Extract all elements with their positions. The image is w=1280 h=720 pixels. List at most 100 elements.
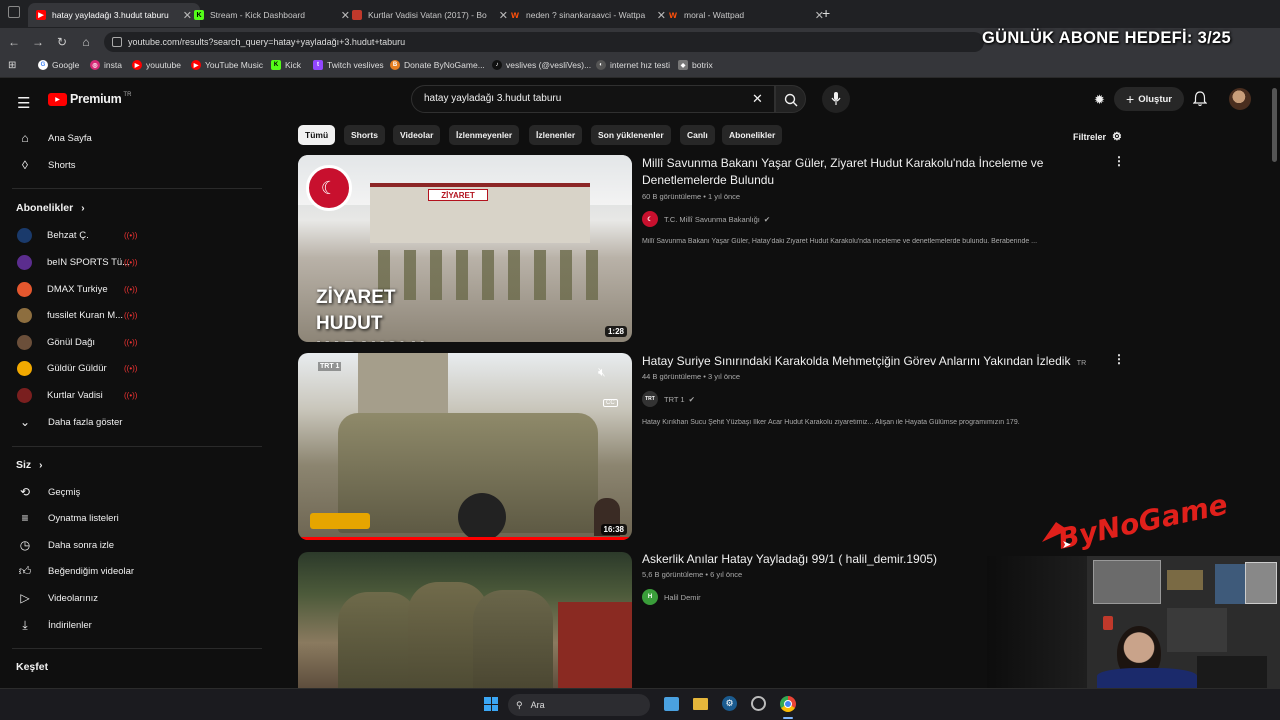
scrollbar-thumb[interactable] [1272,88,1277,162]
bookmark-item[interactable]: K Kick [271,60,301,70]
sidebar-item-history[interactable]: ⟲ Geçmiş [0,479,270,505]
chip-live[interactable]: Canlı [680,125,715,145]
bookmark-item[interactable]: ▶ youutube [132,60,181,70]
live-indicator-icon: ((•)) [124,230,138,240]
bookmark-item[interactable]: t Twitch veslives [313,60,384,70]
chip-recently-uploaded[interactable]: Son yüklenenler [591,125,671,145]
chip-all[interactable]: Tümü [298,125,336,145]
file-explorer-icon[interactable] [693,698,708,710]
shelf-item [1167,570,1203,590]
youtube-premium-logo[interactable]: ▶ Premium TR [48,92,131,106]
sidebar-item-label: Kurtlar Vadisi [47,389,103,401]
avatar[interactable] [1229,88,1251,110]
notifications-bell-icon[interactable] [1193,91,1207,107]
gemini-sparkle-icon[interactable]: ✹ [1094,92,1105,108]
forward-arrow-icon[interactable]: → [30,34,46,50]
sidebar-item-watch-later[interactable]: ◷ Daha sonra izle [0,532,270,558]
bookmark-item[interactable]: ▶ YouTube Music [191,60,263,70]
bookmark-label: botrix [692,60,713,70]
obs-icon[interactable] [751,696,766,711]
create-button[interactable]: + Oluştur [1114,87,1184,111]
more-actions-icon[interactable]: ⋮ [1113,154,1125,168]
bookmark-item[interactable]: ◐ internet hız testi [596,60,670,70]
new-tab-button[interactable]: + [822,5,830,21]
browser-tab[interactable]: K Stream - Kick Dashboard ✕ [186,3,358,27]
youtube-music-icon: ▶ [191,60,201,70]
browser-tab[interactable]: Kurtlar Vadisi Vatan (2017) - Bo ✕ [344,3,516,27]
chip-subscriptions[interactable]: Abonelikler [722,125,783,145]
address-bar[interactable]: youtube.com/results?search_query=hatay+y… [104,32,984,52]
tab-search-icon[interactable] [8,6,20,18]
sidebar-item-subscription[interactable]: Behzat Ç. ((•)) [0,222,270,248]
home-icon[interactable]: ⌂ [78,34,94,50]
search-button[interactable] [775,85,806,113]
hamburger-menu-icon[interactable]: ☰ [17,94,30,112]
steam-icon[interactable]: ⚙ [722,696,737,711]
browser-tab[interactable]: w neden ? sinankaraavci - Wattpa ✕ [502,3,674,27]
apps-grid-icon[interactable]: ⊞ [8,60,16,71]
chip-watched[interactable]: İzlenenler [529,125,583,145]
sidebar-item-label: Daha sonra izle [48,539,115,551]
mute-icon[interactable]: 🔇︎ [598,365,606,380]
channel-link[interactable]: H Halil Demir [642,589,701,605]
bookmark-item[interactable]: ◆ botrix [678,60,713,70]
search-box[interactable]: hatay yayladağı 3.hudut taburu ✕ [411,85,775,113]
tab-title: neden ? sinankaraavci - Wattpa [526,10,646,20]
captions-icon[interactable]: CC [603,399,618,407]
sidebar-item-label: Güldür Güldür [47,362,107,374]
wall-poster [1167,608,1227,652]
channel-link[interactable]: ☾ T.C. Millî Savunma Bakanlığı ✔ [642,211,770,227]
show-more-button[interactable]: ⌄ Daha fazla göster [0,409,270,435]
browser-tab-bar: ▶ hatay yayladağı 3.hudut taburu ✕ K Str… [0,0,1280,28]
video-title[interactable]: Millî Savunma Bakanı Yaşar Güler, Ziyare… [642,155,1062,189]
reload-icon[interactable]: ↻ [54,34,70,50]
sidebar-item-subscription[interactable]: Kurtlar Vadisi ((•)) [0,382,270,408]
bookmark-item[interactable]: ♪ veslives (@vesliVes)... [492,60,591,70]
clear-search-icon[interactable]: ✕ [752,91,763,107]
site-info-icon[interactable] [112,37,122,47]
bookmark-label: youutube [146,60,181,70]
sidebar-item-liked-videos[interactable]: 👍︎ Beğendiğim videolar [0,558,270,584]
video-thumbnail[interactable]: ZİYARET ☾ ZİYARET HUDUT KARAKOLU 1:28 [298,155,632,342]
sidebar-item-subscription[interactable]: DMAX Turkiye ((•)) [0,276,270,302]
voice-search-button[interactable] [822,85,850,113]
more-actions-icon[interactable]: ⋮ [1113,352,1125,366]
sidebar-item-playlists[interactable]: ≡ Oynatma listeleri [0,505,270,531]
sidebar-item-subscription[interactable]: Güldür Güldür ((•)) [0,355,270,381]
sidebar-item-downloads[interactable]: ⤓ İndirilenler [0,612,270,638]
taskbar-search[interactable]: ⚲ Ara [508,694,650,716]
webcam-shadow [987,556,1087,688]
speedtest-icon: ◐ [596,60,606,70]
bookmark-item[interactable]: ◎ insta [90,60,122,70]
chip-shorts[interactable]: Shorts [344,125,385,145]
search-input[interactable]: hatay yayladağı 3.hudut taburu [424,93,561,104]
bookmark-item[interactable]: B Donate ByNoGame... [390,60,485,70]
progress-bar [298,537,632,540]
sidebar-item-your-videos[interactable]: ▷ Videolarınız [0,585,270,611]
chrome-icon[interactable] [780,696,796,712]
sidebar-item-subscription[interactable]: beIN SPORTS Tü... ((•)) [0,249,270,275]
video-thumbnail[interactable] [298,552,632,692]
bookmarks-bar: ⊞ G Google ◎ insta ▶ youutube ▶ YouTube Musi… [0,56,1280,78]
browser-tab[interactable]: ▶ hatay yayladağı 3.hudut taburu ✕ [28,3,200,27]
bookmark-item[interactable]: G Google [38,60,79,70]
browser-tab[interactable]: w moral - Wattpad ✕ [660,3,832,27]
channel-link[interactable]: TRT TRT 1 ✔ [642,391,695,407]
youtube-icon: ▶ [132,60,142,70]
kick-icon: K [271,60,281,70]
you-heading[interactable]: Siz › [16,459,43,471]
photos-app-icon[interactable] [664,697,679,711]
sidebar-item-home[interactable]: ⌂ Ana Sayfa [0,125,270,151]
filters-button[interactable]: Filtreler ⚙ [1073,130,1122,143]
sidebar-item-subscription[interactable]: fussilet Kuran M... ((•)) [0,302,270,328]
windows-start-icon[interactable] [484,697,498,711]
back-arrow-icon[interactable]: ← [6,34,22,50]
chip-videos[interactable]: Videolar [393,125,441,145]
subscriptions-heading[interactable]: Abonelikler › [16,202,85,214]
video-title[interactable]: Hatay Suriye Sınırındaki Karakolda Mehme… [642,353,1086,372]
video-thumbnail[interactable]: TRT 1 🔇︎ CC 16:38 [298,353,632,540]
sidebar-item-shorts[interactable]: ◊ Shorts [0,152,270,178]
chip-unwatched[interactable]: İzlenmeyenler [449,125,520,145]
sidebar-item-label: Videolarınız [48,592,98,604]
sidebar-item-subscription[interactable]: Gönül Dağı ((•)) [0,329,270,355]
